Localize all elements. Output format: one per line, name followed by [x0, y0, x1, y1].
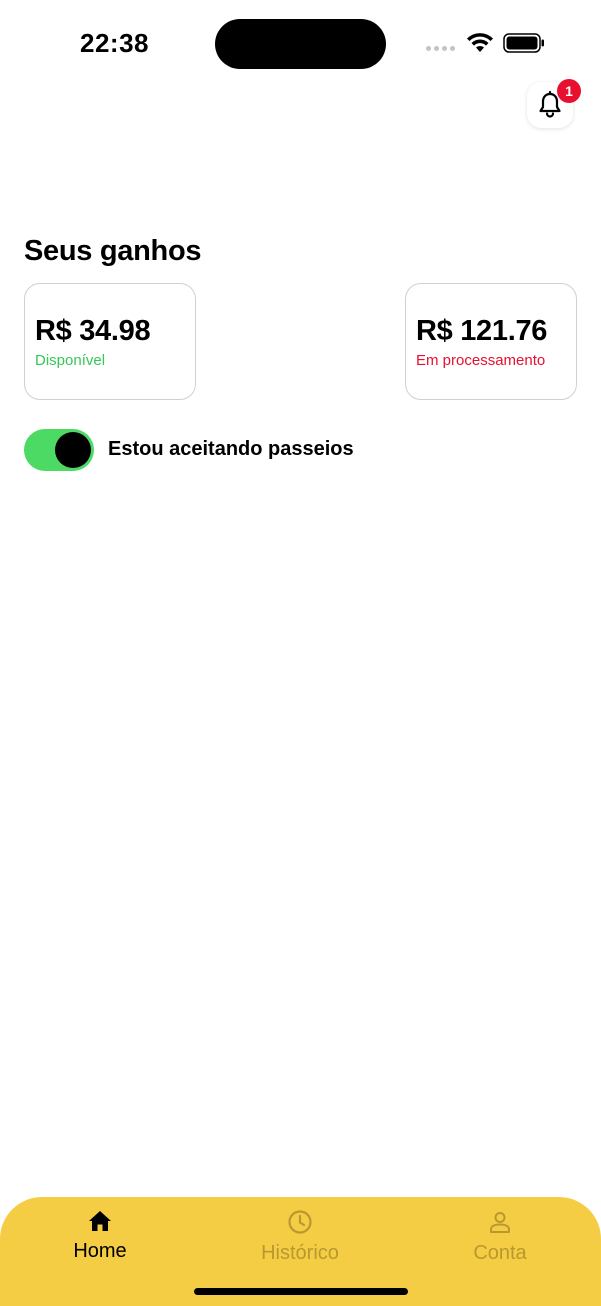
wifi-icon — [467, 33, 493, 52]
tab-home[interactable]: Home — [0, 1197, 200, 1277]
toggle-knob — [55, 432, 91, 468]
status-bar: 22:38 — [0, 0, 601, 80]
tab-conta[interactable]: Conta — [400, 1197, 600, 1277]
tab-home-label: Home — [73, 1240, 127, 1262]
tab-conta-label: Conta — [473, 1242, 527, 1264]
accepting-rides-toggle[interactable] — [24, 429, 94, 471]
notification-badge: 1 — [557, 79, 581, 103]
available-balance-card[interactable]: R$ 34.98 Disponível — [24, 283, 196, 400]
battery-icon — [503, 33, 544, 53]
home-indicator — [194, 1288, 408, 1295]
signal-dots-icon — [426, 46, 455, 51]
tab-historico[interactable]: Histórico — [200, 1197, 400, 1277]
processing-caption: Em processamento — [416, 352, 546, 369]
earnings-title: Seus ganhos — [24, 235, 202, 267]
tab-historico-label: Histórico — [261, 1242, 339, 1264]
home-icon — [89, 1211, 111, 1231]
processing-amount: R$ 121.76 — [416, 315, 548, 347]
clock-icon — [288, 1210, 312, 1234]
available-caption: Disponível — [35, 352, 106, 369]
accepting-rides-label: Estou aceitando passeios — [108, 438, 354, 460]
dynamic-island — [215, 19, 386, 69]
processing-balance-card[interactable]: R$ 121.76 Em processamento — [405, 283, 577, 400]
user-icon — [490, 1212, 510, 1233]
status-time: 22:38 — [80, 28, 149, 58]
available-amount: R$ 34.98 — [35, 315, 151, 347]
